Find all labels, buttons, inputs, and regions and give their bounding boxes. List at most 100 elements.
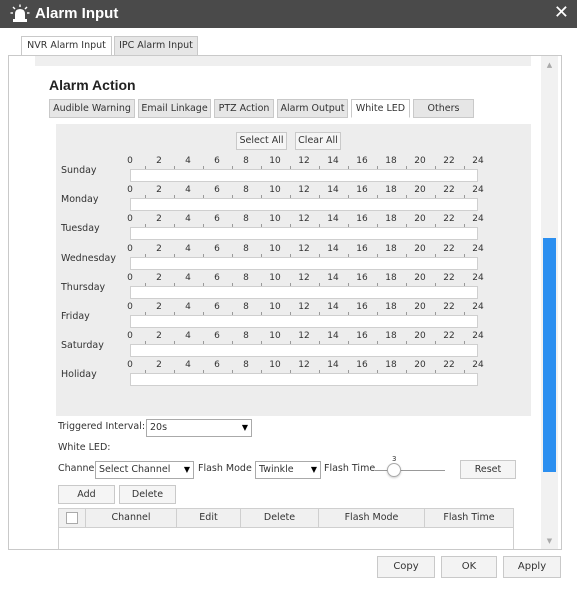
tab-ipc-alarm-input[interactable]: IPC Alarm Input (114, 36, 198, 56)
scrollbar-thumb[interactable] (543, 238, 556, 472)
window-title: Alarm Input (35, 5, 119, 22)
axis-hour-label: 22 (443, 156, 455, 166)
axis-hour-label: 22 (443, 185, 455, 196)
axis-hour-label: 0 (127, 214, 133, 225)
axis-hour-label: 6 (214, 272, 220, 283)
title-bar: Alarm Input ✕ (0, 0, 577, 28)
day-label-holiday: Holiday (61, 369, 97, 381)
axis-hour-label: 8 (243, 243, 249, 254)
tab-ptz-action[interactable]: PTZ Action (214, 99, 274, 118)
tab-others[interactable]: Others (413, 99, 474, 118)
axis-hour-label: 24 (472, 302, 484, 312)
flash-mode-select[interactable]: Twinkle ▼ (255, 461, 321, 479)
column-header-delete: Delete (241, 509, 319, 527)
copy-button[interactable]: Copy (377, 556, 435, 578)
axis-hour-label: 10 (269, 360, 281, 371)
axis-hour-label: 22 (443, 302, 455, 312)
schedule-bar-holiday[interactable] (130, 373, 478, 387)
table-header: Channel Edit Delete Flash Mode Flash Tim… (58, 508, 514, 528)
axis-hour-label: 14 (327, 185, 339, 196)
schedule-bar-friday[interactable] (130, 315, 478, 328)
scroll-up-icon[interactable]: ▲ (544, 60, 555, 70)
axis-hour-label: 18 (385, 214, 397, 225)
axis-hour-label: 20 (414, 331, 426, 342)
select-all-column (59, 509, 86, 527)
schedule-bar-thursday[interactable] (130, 285, 478, 299)
axis-hour-label: 6 (214, 302, 220, 312)
clear-all-button[interactable]: Clear All (295, 132, 341, 150)
axis-hour-label: 18 (385, 185, 397, 196)
axis-hour-label: 10 (269, 156, 281, 166)
axis-hour-label: 0 (127, 331, 133, 342)
column-header-channel: Channel (86, 509, 177, 527)
axis-hour-label: 12 (298, 302, 310, 312)
axis-hour-label: 24 (472, 243, 484, 254)
apply-button[interactable]: Apply (503, 556, 561, 578)
schedule-bar-wednesday[interactable] (130, 256, 478, 270)
axis-hour-label: 0 (127, 185, 133, 196)
axis-hour-label: 6 (214, 360, 220, 371)
axis-hour-label: 4 (185, 156, 191, 166)
triggered-interval-select[interactable]: 20s ▼ (146, 419, 252, 437)
select-all-checkbox[interactable] (66, 512, 78, 524)
tab-alarm-output[interactable]: Alarm Output (277, 99, 348, 118)
axis-hour-label: 8 (243, 302, 249, 312)
ok-button[interactable]: OK (441, 556, 497, 578)
axis-hour-label: 20 (414, 360, 426, 371)
axis-hour-label: 16 (356, 272, 368, 283)
axis-hour-label: 8 (243, 214, 249, 225)
close-icon[interactable]: ✕ (554, 2, 569, 23)
add-button[interactable]: Add (58, 485, 115, 504)
scroll-down-icon[interactable]: ▼ (544, 536, 555, 546)
tab-nvr-alarm-input[interactable]: NVR Alarm Input (21, 36, 112, 56)
schedule-bar-monday[interactable] (130, 198, 478, 212)
axis-hour-label: 0 (127, 360, 133, 371)
axis-hour-label: 10 (269, 243, 281, 254)
column-header-flash-time: Flash Time (443, 512, 495, 523)
select-all-button[interactable]: Select All (236, 132, 287, 150)
axis-hour-label: 6 (214, 185, 220, 196)
channel-select[interactable]: Select Channel ▼ (95, 461, 194, 479)
axis-hour-label: 18 (385, 331, 397, 342)
white-led-label: White LED: (58, 442, 111, 453)
axis-hour-label: 16 (356, 331, 368, 342)
tab-white-led[interactable]: White LED (351, 99, 410, 118)
tab-email-linkage[interactable]: Email Linkage (138, 99, 211, 118)
schedule-bar-tuesday[interactable] (130, 227, 478, 241)
axis-hour-label: 12 (298, 156, 310, 166)
flash-time-slider-thumb[interactable] (387, 463, 401, 477)
flash-mode-value: Twinkle (259, 464, 294, 475)
axis-hour-label: 14 (327, 243, 339, 254)
axis-hour-label: 8 (243, 272, 249, 283)
schedule-bar-sunday[interactable] (130, 169, 478, 182)
schedule-bar-saturday[interactable] (130, 344, 478, 358)
flash-time-slider-track[interactable] (375, 470, 445, 471)
axis-hour-label: 18 (385, 156, 397, 166)
axis-hour-label: 14 (327, 214, 339, 225)
axis-hour-label: 16 (356, 214, 368, 225)
day-label-saturday: Saturday (61, 340, 104, 352)
day-label-sunday: Sunday (61, 165, 97, 176)
axis-hour-label: 18 (385, 360, 397, 371)
axis-hour-label: 2 (156, 185, 162, 196)
reset-button[interactable]: Reset (460, 460, 516, 479)
axis-hour-label: 14 (327, 360, 339, 371)
day-label-thursday: Thursday (61, 281, 106, 293)
axis-hour-label: 2 (156, 360, 162, 371)
flash-mode-label: Flash Mode (198, 463, 252, 474)
axis-hour-label: 18 (385, 272, 397, 283)
vertical-scrollbar[interactable]: ▲ ▼ (541, 56, 558, 549)
axis-hour-label: 22 (443, 331, 455, 342)
chevron-down-icon: ▼ (310, 465, 317, 474)
axis-hour-label: 24 (472, 331, 484, 342)
axis-hour-label: 12 (298, 331, 310, 342)
column-header-flash-mode: Flash Mode (319, 509, 425, 527)
axis-hour-label: 24 (472, 272, 484, 283)
axis-hour-label: 16 (356, 360, 368, 371)
axis-hour-label: 22 (443, 243, 455, 254)
axis-hour-label: 4 (185, 360, 191, 371)
delete-button[interactable]: Delete (119, 485, 176, 504)
axis-hour-label: 20 (414, 302, 426, 312)
axis-hour-label: 8 (243, 331, 249, 342)
tab-audible-warning[interactable]: Audible Warning (49, 99, 135, 118)
